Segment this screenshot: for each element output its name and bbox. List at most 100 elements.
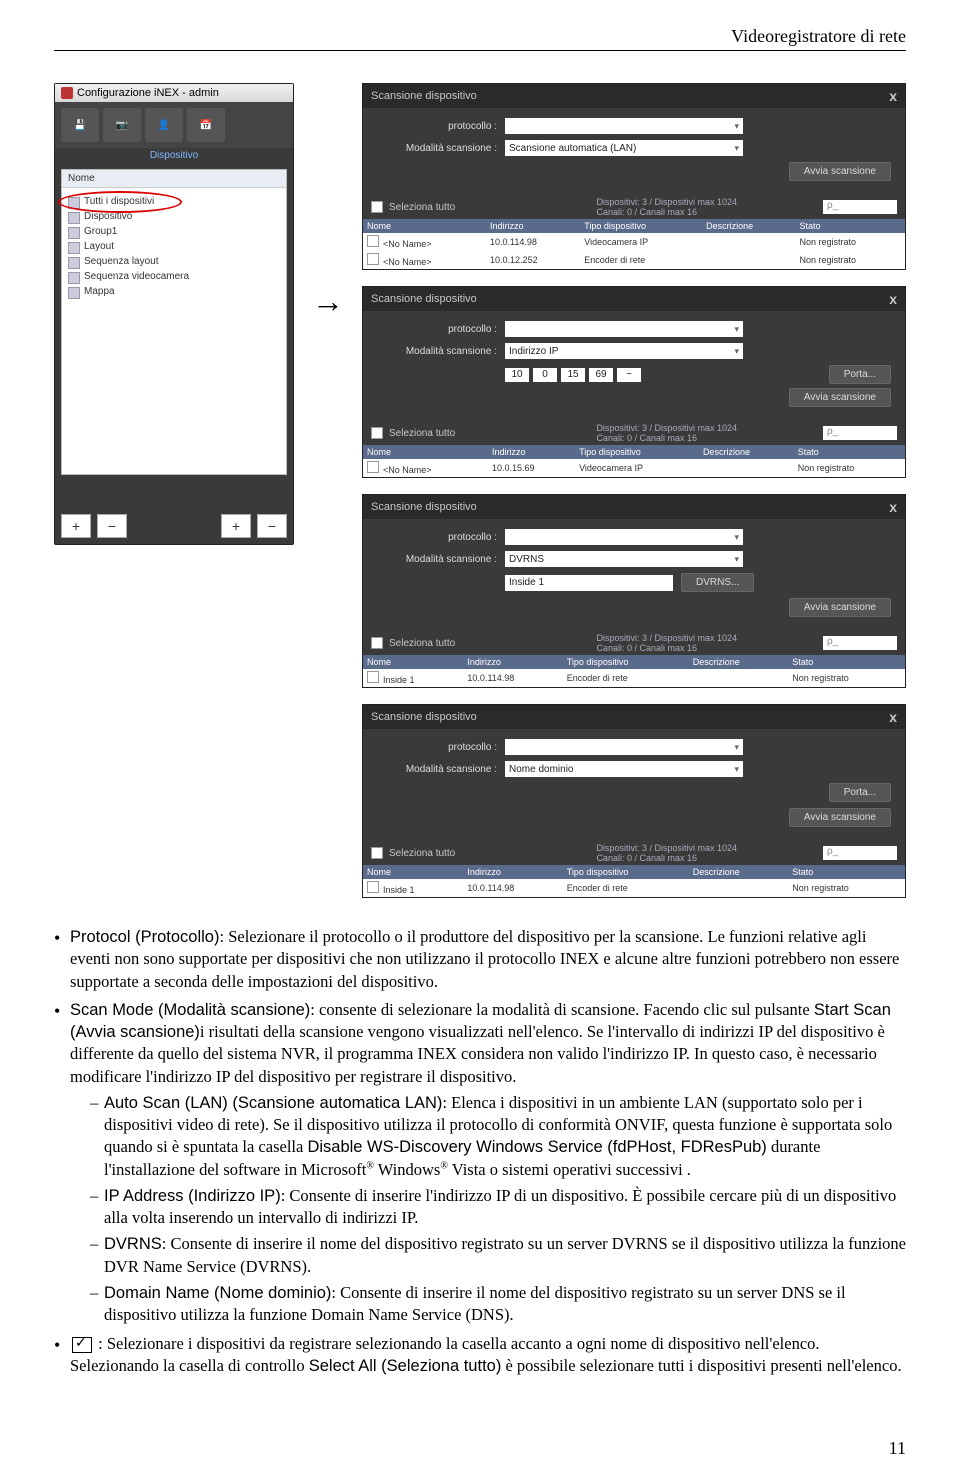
tree-item[interactable]: Sequenza layout [62,254,286,269]
ip-octet[interactable]: ~ [617,368,641,382]
col-header[interactable]: Descrizione [689,865,789,879]
ip-octet[interactable]: 0 [533,368,557,382]
tree-item[interactable]: Group1 [62,224,286,239]
field-label: Modalità scansione : [377,346,505,357]
dvrns-button[interactable]: DVRNS... [681,573,754,592]
tree-item[interactable]: Tutti i dispositivi [62,194,286,209]
col-header[interactable]: Tipo dispositivo [575,445,699,459]
col-header[interactable]: Tipo dispositivo [563,655,689,669]
start-scan-button[interactable]: Avvia scansione [789,598,891,617]
chevron-down-icon: ▾ [734,143,739,154]
device-table: NomeIndirizzoTipo dispositivoDescrizione… [363,865,905,897]
row-checkbox[interactable] [367,671,379,683]
scan-dialog: Scansione dispositivoxprotocollo :▾Modal… [362,704,906,898]
col-header[interactable]: Indirizzo [486,219,580,233]
ip-octet[interactable]: 10 [505,368,529,382]
col-header[interactable]: Nome [363,865,463,879]
table-row[interactable]: <No Name>10.0.15.69Videocamera IPNon reg… [363,459,905,477]
port-button[interactable]: Porta... [829,783,891,802]
col-header[interactable]: Descrizione [699,445,794,459]
col-header[interactable]: Indirizzo [488,445,575,459]
col-header[interactable]: Tipo dispositivo [563,865,689,879]
sub-domainname: Domain Name (Nome dominio): Consente di … [90,1282,906,1327]
search-input[interactable]: ρ_ [823,426,897,440]
combo-protocollo[interactable]: ▾ [505,529,743,545]
label: Scan Mode (Modalità scansione) [70,1001,310,1019]
remove-button-2[interactable]: − [257,514,287,538]
table-row[interactable]: Inside 110.0.114.98Encoder di reteNon re… [363,669,905,687]
col-header[interactable]: Nome [363,445,488,459]
start-scan-button[interactable]: Avvia scansione [789,162,891,181]
search-input[interactable]: ρ_ [823,636,897,650]
start-scan-button[interactable]: Avvia scansione [789,388,891,407]
stats-text: Dispositivi: 3 / Dispositivi max 1024Can… [596,633,737,653]
tree-item[interactable]: Sequenza videocamera [62,269,286,284]
row-checkbox[interactable] [367,461,379,473]
close-icon[interactable]: x [889,499,897,515]
add-button-2[interactable]: + [221,514,251,538]
close-icon[interactable]: x [889,291,897,307]
col-header[interactable]: Descrizione [689,655,789,669]
field-label: protocollo : [377,742,505,753]
col-header[interactable]: Stato [788,655,905,669]
row-checkbox[interactable] [367,235,379,247]
tree-item[interactable]: Mappa [62,284,286,299]
combo-protocollo[interactable]: ▾ [505,739,743,755]
combo-protocollo[interactable]: ▾ [505,118,743,134]
col-header[interactable]: Tipo dispositivo [580,219,702,233]
col-header[interactable]: Stato [796,219,905,233]
table-row[interactable]: <No Name>10.0.114.98Videocamera IPNon re… [363,233,905,251]
col-header[interactable]: Indirizzo [463,865,562,879]
select-all-checkbox[interactable] [371,201,383,213]
remove-button[interactable]: − [97,514,127,538]
bullet-protocol: Protocol (Protocollo): Selezionare il pr… [54,926,906,993]
table-row[interactable]: Inside 110.0.114.98Encoder di reteNon re… [363,879,905,897]
tool-calendar-icon[interactable]: 📅 [187,108,225,142]
scan-dialog: Scansione dispositivoxprotocollo :▾Modal… [362,83,906,270]
tree-item[interactable]: Layout [62,239,286,254]
ip-octet[interactable]: 69 [589,368,613,382]
add-button[interactable]: + [61,514,91,538]
dialog-title: Scansione dispositivo [371,90,477,102]
col-header[interactable]: Nome [363,219,486,233]
select-all-checkbox[interactable] [371,847,383,859]
select-all-checkbox[interactable] [371,637,383,649]
bullet-checkbox: : Selezionare i dispositivi da registrar… [54,1333,906,1378]
combo-modalitscansione[interactable]: Scansione automatica (LAN)▾ [505,140,743,156]
row-checkbox[interactable] [367,253,379,265]
col-header[interactable]: Stato [794,445,905,459]
tool-disk-icon[interactable]: 💾 [61,108,99,142]
chevron-down-icon: ▾ [734,346,739,357]
combo-modalitscansione[interactable]: Indirizzo IP▾ [505,343,743,359]
combo-modalitscansione[interactable]: Nome dominio▾ [505,761,743,777]
col-header[interactable]: Descrizione [702,219,795,233]
tree-item[interactable]: Dispositivo [62,209,286,224]
dvrns-name-input[interactable]: Inside 1 [505,575,673,591]
chevron-down-icon: ▾ [734,764,739,775]
table-row[interactable]: <No Name>10.0.12.252Encoder di reteNon r… [363,251,905,269]
col-header[interactable]: Indirizzo [463,655,562,669]
start-scan-button[interactable]: Avvia scansione [789,808,891,827]
device-tab[interactable]: Dispositivo [55,148,293,163]
search-input[interactable]: ρ_ [823,846,897,860]
row-checkbox[interactable] [367,881,379,893]
close-icon[interactable]: x [889,709,897,725]
col-header[interactable]: Stato [788,865,905,879]
ip-octet[interactable]: 15 [561,368,585,382]
select-all-label: Seleziona tutto [389,202,455,213]
config-panel: Configurazione iNEX - admin 💾 📷 👤 📅 Disp… [54,83,294,545]
col-header[interactable]: Nome [363,655,463,669]
close-icon[interactable]: x [889,88,897,104]
field-label: Modalità scansione : [377,764,505,775]
combo-modalitscansione[interactable]: DVRNS▾ [505,551,743,567]
tool-camera-icon[interactable]: 📷 [103,108,141,142]
device-table: NomeIndirizzoTipo dispositivoDescrizione… [363,219,905,269]
combo-protocollo[interactable]: ▾ [505,321,743,337]
select-all-label: Seleziona tutto [389,638,455,649]
search-input[interactable]: ρ_ [823,200,897,214]
chevron-down-icon: ▾ [734,554,739,565]
tool-user-icon[interactable]: 👤 [145,108,183,142]
port-button[interactable]: Porta... [829,365,891,384]
select-all-checkbox[interactable] [371,427,383,439]
dialog-title: Scansione dispositivo [371,501,477,513]
